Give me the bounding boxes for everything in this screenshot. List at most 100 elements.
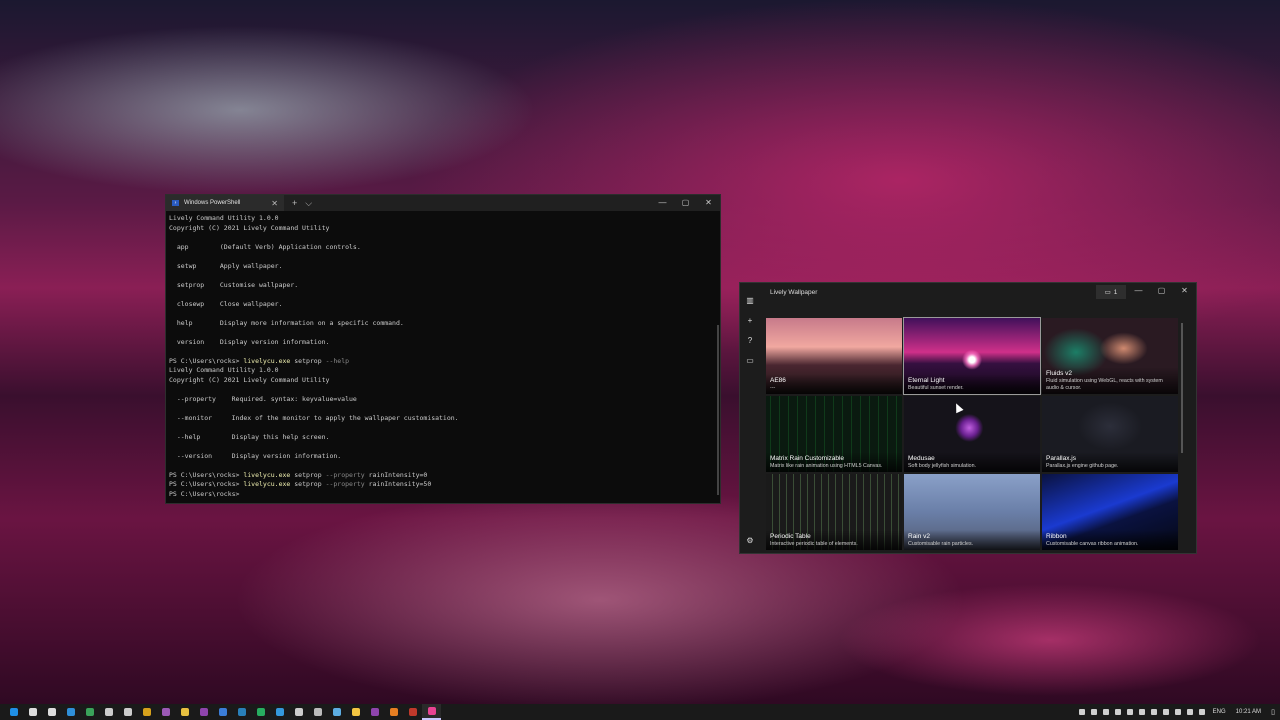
task-view-icon[interactable] — [42, 704, 61, 720]
media-icon[interactable] — [137, 704, 156, 720]
powershell-window[interactable]: › Windows PowerShell ✕ + ⌵ — ▢ ✕ Lively … — [165, 194, 721, 504]
tile-caption: Parallax.js Parallax.js engine github pag… — [1042, 451, 1178, 472]
steam-icon[interactable] — [327, 704, 346, 720]
terminal-line: Lively Command Utility 1.0.0 — [169, 366, 279, 374]
yellow-app-icon[interactable] — [175, 704, 194, 720]
terminal-line: closewp Close wallpaper. — [169, 299, 283, 308]
wallpaper-title: AE86 — [770, 376, 786, 384]
wallpaper-description: Interactive periodic table of elements. — [770, 540, 858, 547]
minimize-button[interactable]: — — [651, 195, 674, 211]
wallpaper-tile[interactable]: Ribbon Customisable canvas ribbon animati… — [1042, 474, 1178, 550]
wallpaper-title: Eternal Light — [908, 376, 945, 384]
tray-icon-5[interactable] — [1124, 704, 1136, 720]
chrome-icon[interactable] — [251, 704, 270, 720]
tray-icon-7[interactable] — [1148, 704, 1160, 720]
terminal-line: app (Default Verb) Application controls. — [169, 242, 361, 251]
monitor-select-button[interactable]: ▭ 1 — [1096, 285, 1126, 299]
onenote-icon[interactable] — [194, 704, 213, 720]
settings-icon[interactable]: ⚙ — [744, 535, 756, 547]
volume-icon[interactable] — [1196, 704, 1208, 720]
lively-sidebar: ▥ + ? ▭ ⚙ — [740, 291, 760, 551]
wallpaper-title: Periodic Table — [770, 532, 811, 540]
browser-icon[interactable] — [270, 704, 289, 720]
close-button[interactable]: ✕ — [697, 195, 720, 211]
new-tab-icon[interactable]: + — [292, 198, 297, 208]
wallpaper-title: Matrix Rain Customizable — [770, 454, 845, 462]
terminal-line: --monitor Index of the monitor to apply … — [169, 413, 459, 422]
mail-icon[interactable] — [308, 704, 327, 720]
search-icon[interactable] — [23, 704, 42, 720]
library-scrollbar[interactable] — [1181, 323, 1183, 453]
tile-caption: Medusae Soft body jellyfish simulation. — [904, 451, 1040, 472]
wallpaper-tile[interactable]: Parallax.js Parallax.js engine github pag… — [1042, 396, 1178, 472]
visual-studio-icon[interactable] — [365, 704, 384, 720]
terminal-prompt: PS C:\Users\rocks> — [169, 470, 244, 479]
firefox-icon[interactable] — [384, 704, 403, 720]
terminal-tab[interactable]: › Windows PowerShell ✕ — [166, 195, 284, 211]
lively-wallpaper-window[interactable]: Lively Wallpaper ▭ 1 — ▢ ✕ ▥ + ? ▭ ⚙ AE8… — [739, 282, 1197, 554]
wallpaper-tile[interactable]: Periodic Table Interactive periodic table… — [766, 474, 902, 550]
wallpaper-description: --- — [770, 384, 776, 391]
library-icon[interactable]: ▥ — [744, 295, 756, 307]
lively-titlebar[interactable]: Lively Wallpaper ▭ 1 — ▢ ✕ — [740, 283, 1196, 301]
command-flag: --property — [325, 480, 365, 488]
tray-icon-8[interactable] — [1160, 704, 1172, 720]
tray-icon-4[interactable] — [1112, 704, 1124, 720]
maximize-button[interactable]: ▢ — [1150, 283, 1173, 299]
tray-icon-1[interactable] — [1076, 704, 1088, 720]
chevron-down-icon[interactable]: ⌵ — [305, 198, 312, 209]
language-indicator[interactable]: ENG — [1213, 709, 1226, 715]
tile-caption: Matrix Rain Customizable Matrix like rain… — [766, 451, 902, 472]
tray-icon-9[interactable] — [1172, 704, 1184, 720]
lively-taskbar-icon[interactable] — [422, 704, 441, 720]
terminal-icon[interactable] — [232, 704, 251, 720]
tile-caption: Ribbon Customisable canvas ribbon animati… — [1042, 529, 1178, 550]
tray-icon-3[interactable] — [1100, 704, 1112, 720]
purple-app-icon[interactable] — [156, 704, 175, 720]
terminal-titlebar[interactable]: › Windows PowerShell ✕ + ⌵ — ▢ ✕ — [166, 195, 720, 211]
wallpaper-tile[interactable]: Matrix Rain Customizable Matrix like rain… — [766, 396, 902, 472]
start-icon[interactable] — [4, 704, 23, 720]
minimize-button[interactable]: — — [1127, 283, 1150, 299]
terminal-line: setwp Apply wallpaper. — [169, 261, 283, 270]
add-wallpaper-icon[interactable]: + — [744, 315, 756, 327]
wallpaper-tile[interactable]: Medusae Soft body jellyfish simulation. — [904, 396, 1040, 472]
terminal-prompt: PS C:\Users\rocks> — [169, 480, 244, 488]
clock[interactable]: 10:21 AM — [1236, 709, 1261, 715]
help-icon[interactable]: ? — [744, 335, 756, 347]
game-icon[interactable] — [403, 704, 422, 720]
shield-icon[interactable] — [289, 704, 308, 720]
tray-icon-2[interactable] — [1088, 704, 1100, 720]
wallpaper-tile[interactable]: AE86 --- — [766, 318, 902, 394]
maximize-button[interactable]: ▢ — [674, 195, 697, 211]
wallpaper-tile[interactable]: Rain v2 Customisable rain particles. — [904, 474, 1040, 550]
close-button[interactable]: ✕ — [1173, 283, 1196, 299]
display-icon[interactable] — [213, 704, 232, 720]
command-value: rainIntensity=50 — [364, 480, 432, 488]
vscode-icon[interactable] — [61, 704, 80, 720]
wallpaper-description: Fluid simulation using WebGL, reacts wit… — [1046, 378, 1163, 391]
system-tray: ENG 10:21 AM ▯ — [1076, 704, 1280, 720]
wallpaper-title: Parallax.js — [1046, 454, 1076, 462]
file-explorer-icon[interactable] — [346, 704, 365, 720]
terminal-line: PS C:\Users\rocks> livelycu.exe setprop … — [169, 357, 717, 367]
network-icon[interactable] — [1184, 704, 1196, 720]
tile-caption: AE86 --- — [766, 373, 902, 394]
feedback-icon[interactable]: ▭ — [744, 355, 756, 367]
task-manager-icon[interactable] — [80, 704, 99, 720]
tray-icon-6[interactable] — [1136, 704, 1148, 720]
notification-icon[interactable]: ▯ — [1266, 708, 1280, 716]
app-icon[interactable] — [99, 704, 118, 720]
wallpaper-tile[interactable]: Eternal Light Beautiful sunset render. — [903, 317, 1041, 395]
close-tab-icon[interactable]: ✕ — [271, 199, 278, 208]
lock-icon[interactable] — [118, 704, 137, 720]
taskbar: ENG 10:21 AM ▯ — [0, 704, 1280, 720]
wallpaper-tile[interactable]: Fluids v2 Fluid simulation using WebGL, r… — [1042, 318, 1178, 394]
wallpaper-description: Parallax.js engine github page. — [1046, 462, 1119, 469]
terminal-scrollbar[interactable] — [717, 325, 719, 495]
terminal-output[interactable]: Lively Command Utility 1.0.0 Copyright (C… — [166, 211, 720, 502]
